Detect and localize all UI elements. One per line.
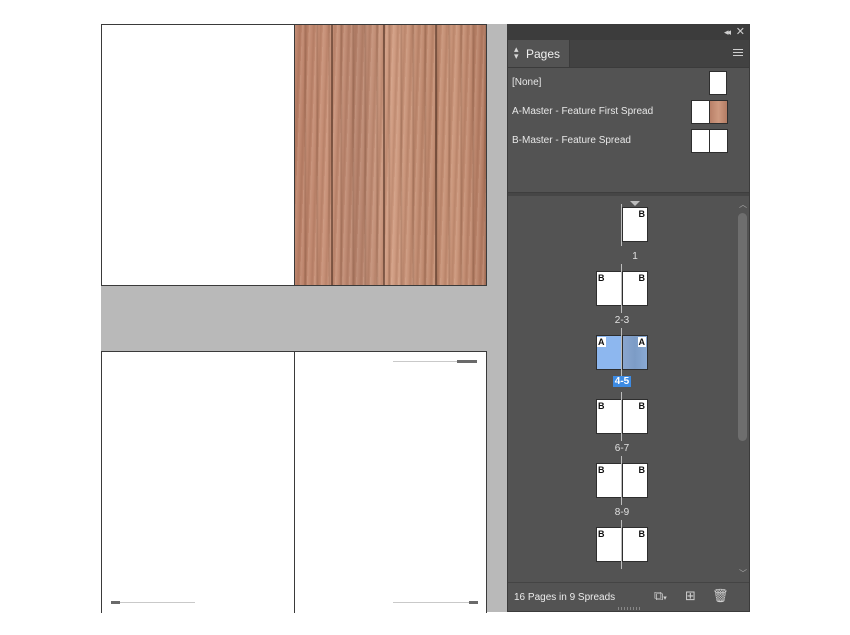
master-letter: B	[598, 465, 605, 475]
master-letter: B	[598, 273, 605, 283]
collapse-icon[interactable]: ◂◂	[724, 27, 731, 38]
spine	[621, 456, 622, 505]
page-thumbnail[interactable]: A	[596, 335, 622, 370]
footer-marker	[111, 601, 120, 604]
header-rule	[393, 361, 457, 362]
panel-menu-icon[interactable]	[733, 49, 743, 58]
spine	[621, 264, 622, 313]
spread-label: 8-9	[614, 507, 630, 518]
page-thumbnail[interactable]: B	[622, 527, 648, 562]
master-thumbnail-left	[691, 129, 710, 153]
master-row-b[interactable]: B-Master - Feature Spread	[508, 127, 749, 155]
master-thumbnail	[709, 71, 727, 95]
panel-titlebar[interactable]: ◂◂ ✕	[508, 25, 749, 40]
master-label: A-Master - Feature First Spread	[512, 106, 654, 117]
master-letter: A	[637, 337, 646, 347]
master-label: B-Master - Feature Spread	[512, 135, 631, 146]
master-label: [None]	[512, 77, 542, 88]
page-thumbnail[interactable]: B	[622, 399, 648, 434]
tab-label: Pages	[526, 47, 561, 61]
page-thumbnail[interactable]: B	[622, 463, 648, 498]
master-thumbnail-right	[709, 100, 728, 124]
panel-divider[interactable]	[508, 192, 749, 196]
spine	[621, 328, 622, 377]
master-row-a[interactable]: A-Master - Feature First Spread	[508, 98, 749, 126]
spine	[621, 520, 622, 569]
master-letter: B	[638, 209, 646, 219]
pages-panel: ◂◂ ✕ ▴ ▾ Pages [None] A-Master - Feature …	[507, 24, 750, 612]
wood-texture-image[interactable]	[295, 25, 486, 285]
resize-grip[interactable]	[618, 607, 640, 610]
master-letter: B	[638, 273, 646, 283]
document-page-left-bottom[interactable]	[101, 351, 295, 613]
master-letter: B	[598, 401, 605, 411]
close-icon[interactable]: ✕	[736, 25, 745, 38]
panel-tabbar: ▴ ▾ Pages	[508, 40, 749, 68]
footer-rule	[393, 602, 469, 603]
spread-label: 6-7	[614, 443, 630, 454]
page-thumbnail[interactable]: B	[622, 207, 648, 242]
spread-label: 1	[632, 251, 638, 262]
master-thumbnail-left	[691, 100, 710, 124]
master-letter: B	[598, 529, 605, 539]
spread-label: 2-3	[614, 315, 630, 326]
tab-pages[interactable]: ▴ ▾ Pages	[508, 40, 570, 67]
page-thumbnail[interactable]: B	[622, 271, 648, 306]
document-page-right-top[interactable]	[294, 24, 487, 286]
page-thumbnail[interactable]: A	[622, 335, 648, 370]
tab-arrows-icon: ▴ ▾	[514, 44, 519, 61]
master-letter: B	[638, 465, 646, 475]
spine	[621, 392, 622, 441]
plank-seam	[331, 25, 333, 285]
master-letter: A	[597, 337, 606, 347]
scroll-up-icon[interactable]: ︿	[737, 199, 749, 210]
edit-page-size-icon[interactable]: ⧉▾	[654, 588, 667, 604]
master-row-none[interactable]: [None]	[508, 69, 749, 97]
new-page-icon[interactable]: ⊞	[685, 588, 696, 604]
page-thumbnail[interactable]: B	[596, 527, 622, 562]
footer-rule	[120, 602, 195, 603]
scrollbar-thumb[interactable]	[738, 213, 747, 441]
trash-icon[interactable]: 🗑	[712, 588, 729, 604]
pages-count-status: 16 Pages in 9 Spreads	[514, 592, 616, 603]
scroll-down-icon[interactable]: ﹀	[737, 568, 749, 579]
page-thumbnail[interactable]: B	[596, 463, 622, 498]
pages-list: B 1 B B 2-3 A A 4-5 B B 6-7 B B 8-9 B B	[508, 197, 737, 583]
wood-thumbnail	[710, 101, 727, 123]
page-thumbnail[interactable]: B	[596, 271, 622, 306]
pasteboard-gutter	[487, 24, 507, 612]
plank-seam	[383, 25, 385, 285]
plank-seam	[435, 25, 437, 285]
document-page-right-bottom[interactable]	[294, 351, 487, 613]
footer-marker	[469, 601, 478, 604]
header-marker	[457, 360, 477, 363]
master-thumbnail-right	[709, 129, 728, 153]
panel-footer: 16 Pages in 9 Spreads ⧉▾ ⊞ 🗑	[508, 582, 749, 611]
master-letter: B	[638, 401, 646, 411]
master-letter: B	[638, 529, 646, 539]
page-thumbnail[interactable]: B	[596, 399, 622, 434]
document-page-left-top[interactable]	[101, 24, 295, 286]
spread-label-selected: 4-5	[612, 376, 632, 387]
